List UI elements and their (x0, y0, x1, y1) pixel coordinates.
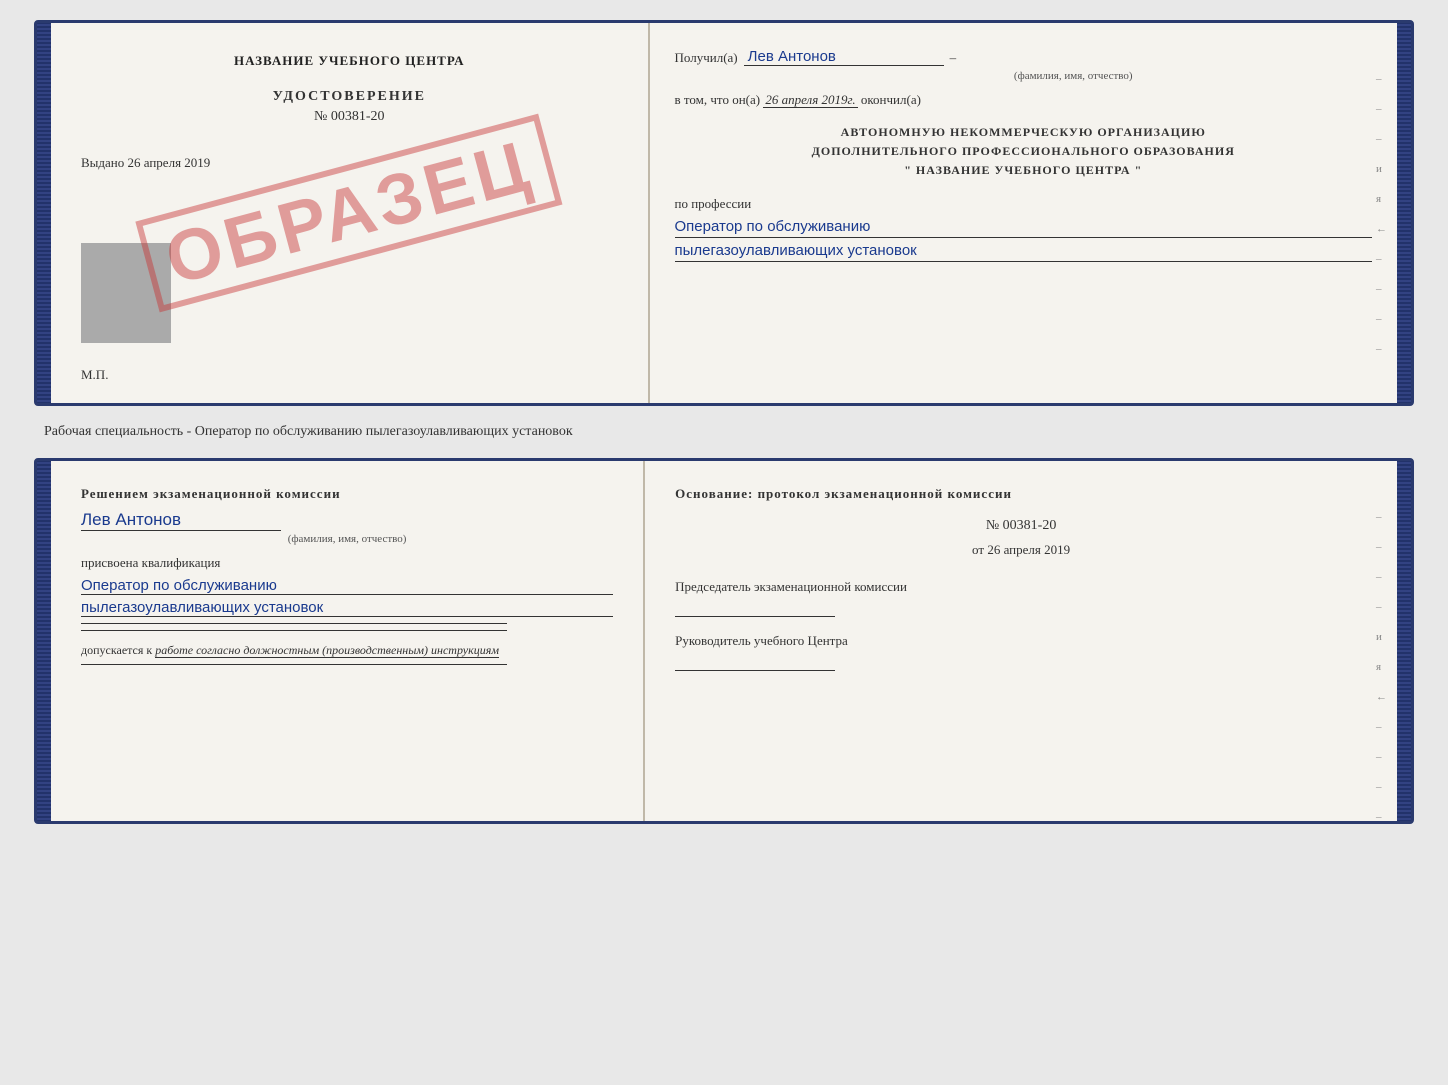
bottom-certificate-book: Решением экзаменационной комиссии Лев Ан… (34, 458, 1414, 824)
school-name-header: НАЗВАНИЕ УЧЕБНОГО ЦЕНТРА (81, 53, 618, 69)
signature-line-2 (81, 630, 507, 631)
bottom-left-page: Решением экзаменационной комиссии Лев Ан… (51, 461, 645, 821)
sample-stamp: ОБРАЗЕЦ (136, 114, 563, 313)
completed-date: 26 апреля 2019г. (763, 92, 857, 108)
right-side-marks-bottom: – – – – и я ← – – – – (1376, 511, 1387, 823)
cert-number: № 00381-20 (81, 109, 618, 125)
qualification-label: присвоена квалификация (81, 555, 613, 571)
chairman-signature-line (675, 616, 835, 617)
separator-label: Рабочая специальность - Оператор по обсл… (34, 424, 583, 440)
protocol-date: от 26 апреля 2019 (675, 542, 1367, 558)
decision-text: Решением экзаменационной комиссии (81, 486, 613, 502)
chairman-label: Председатель экзаменационной комиссии (675, 578, 1367, 596)
issued-label: Выдано (81, 155, 124, 170)
bottom-fio-label: (фамилия, имя, отчество) (81, 533, 613, 545)
signature-line-3 (81, 664, 507, 665)
completed-line: в том, что он(а) 26 апреля 2019г. окончи… (675, 92, 1372, 108)
chairman-block: Председатель экзаменационной комиссии (675, 578, 1367, 617)
cert-title: УДОСТОВЕРЕНИЕ (81, 89, 618, 105)
document-container: НАЗВАНИЕ УЧЕБНОГО ЦЕНТРА УДОСТОВЕРЕНИЕ №… (34, 20, 1414, 824)
director-label: Руководитель учебного Центра (675, 632, 1367, 650)
received-line: Получил(а) Лев Антонов – (675, 48, 1372, 66)
bottom-person-name: Лев Антонов (81, 510, 281, 531)
profession-line1: Оператор по обслуживанию (675, 218, 1372, 238)
profession-label: по профессии (675, 196, 1372, 212)
completed-suffix: окончил(а) (861, 92, 921, 107)
right-spine-bottom (1397, 461, 1411, 821)
completed-prefix: в том, что он(а) (675, 92, 761, 107)
osnov-label: Основание: протокол экзаменационной коми… (675, 486, 1367, 502)
qualification-line2: пылегазоулавливающих установок (81, 599, 613, 617)
bottom-right-page: Основание: протокол экзаменационной коми… (645, 461, 1397, 821)
protocol-date-value: 26 апреля 2019 (987, 542, 1070, 557)
protocol-date-prefix: от (972, 542, 984, 557)
director-signature-line (675, 670, 835, 671)
org-line3: " НАЗВАНИЕ УЧЕБНОГО ЦЕНТРА " (675, 161, 1372, 180)
right-side-marks: – – – и я ← – – – – (1376, 73, 1387, 355)
org-block: АВТОНОМНУЮ НЕКОММЕРЧЕСКУЮ ОРГАНИЗАЦИЮ ДО… (675, 123, 1372, 181)
director-block: Руководитель учебного Центра (675, 632, 1367, 671)
left-spine (37, 23, 51, 403)
photo-placeholder (81, 243, 171, 343)
fio-subtitle: (фамилия, имя, отчество) (775, 70, 1372, 82)
signature-line-1 (81, 623, 507, 624)
received-label: Получил(а) (675, 50, 738, 66)
allowed-italic: работе согласно должностным (производств… (155, 643, 499, 658)
top-left-page: НАЗВАНИЕ УЧЕБНОГО ЦЕНТРА УДОСТОВЕРЕНИЕ №… (51, 23, 650, 403)
right-spine-top (1397, 23, 1411, 403)
received-name: Лев Антонов (744, 48, 944, 66)
top-certificate-book: НАЗВАНИЕ УЧЕБНОГО ЦЕНТРА УДОСТОВЕРЕНИЕ №… (34, 20, 1414, 406)
received-dash: – (950, 50, 957, 66)
org-line2: ДОПОЛНИТЕЛЬНОГО ПРОФЕССИОНАЛЬНОГО ОБРАЗО… (675, 142, 1372, 161)
mp-label: М.П. (81, 367, 108, 383)
allowed-line: допускается к работе согласно должностны… (81, 643, 613, 658)
allowed-prefix: допускается к (81, 643, 152, 657)
qualification-line1: Оператор по обслуживанию (81, 577, 613, 595)
profession-line2: пылегазоулавливающих установок (675, 242, 1372, 262)
issued-date: Выдано 26 апреля 2019 (81, 155, 618, 171)
cert-title-block: УДОСТОВЕРЕНИЕ № 00381-20 (81, 89, 618, 125)
issued-date-value: 26 апреля 2019 (128, 155, 211, 170)
bottom-left-spine (37, 461, 51, 821)
org-line1: АВТОНОМНУЮ НЕКОММЕРЧЕСКУЮ ОРГАНИЗАЦИЮ (675, 123, 1372, 142)
protocol-number: № 00381-20 (675, 518, 1367, 534)
top-right-page: Получил(а) Лев Антонов – (фамилия, имя, … (650, 23, 1397, 403)
